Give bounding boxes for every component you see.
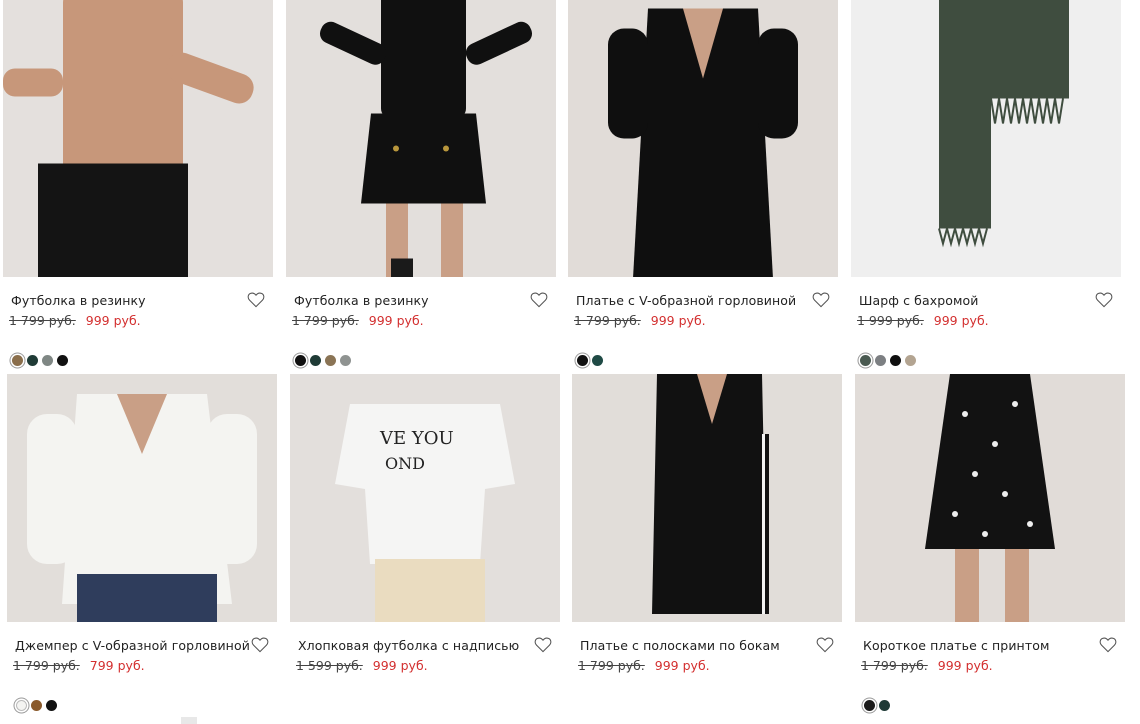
sale-price: 999 руб. xyxy=(654,658,710,673)
product-card[interactable]: Джемпер с V-образной горловиной 1 799 руб… xyxy=(7,0,277,724)
scrollbar-thumb[interactable] xyxy=(181,717,197,724)
product-card[interactable]: Короткое платье с принтом 1 799 руб. 999 р… xyxy=(855,0,1125,724)
color-swatch[interactable] xyxy=(879,700,890,711)
old-price: 1 799 руб. xyxy=(13,658,80,673)
svg-text:VE YOU: VE YOU xyxy=(379,428,454,449)
product-title[interactable]: Платье с полосками по бокам xyxy=(580,638,780,653)
heart-outline-icon[interactable] xyxy=(534,636,552,653)
color-swatch[interactable] xyxy=(31,700,42,711)
color-swatch[interactable] xyxy=(16,700,27,711)
product-photo-art xyxy=(7,374,277,622)
sale-price: 999 руб. xyxy=(372,658,428,673)
product-title[interactable]: Хлопковая футболка с надписью xyxy=(298,638,519,653)
product-image[interactable] xyxy=(855,374,1125,622)
product-title[interactable]: Джемпер с V-образной горловиной xyxy=(15,638,250,653)
color-swatches xyxy=(16,700,57,711)
price-block: 1 799 руб. 999 руб. xyxy=(578,658,710,673)
product-card[interactable]: Платье с полосками по бокам 1 799 руб. 999… xyxy=(572,0,842,724)
product-photo-art xyxy=(572,374,842,622)
color-swatches xyxy=(864,700,890,711)
sale-price: 799 руб. xyxy=(89,658,145,673)
sale-price: 999 руб. xyxy=(937,658,993,673)
heart-outline-icon[interactable] xyxy=(1099,636,1117,653)
product-image[interactable] xyxy=(572,374,842,622)
heart-outline-icon[interactable] xyxy=(251,636,269,653)
product-photo-art: VE YOU OND xyxy=(290,374,560,622)
heart-outline-icon[interactable] xyxy=(816,636,834,653)
old-price: 1 799 руб. xyxy=(578,658,645,673)
color-swatch[interactable] xyxy=(46,700,57,711)
product-title[interactable]: Короткое платье с принтом xyxy=(863,638,1050,653)
product-image[interactable]: VE YOU OND xyxy=(290,374,560,622)
product-photo-art xyxy=(855,374,1125,622)
price-block: 1 599 руб. 999 руб. xyxy=(296,658,428,673)
price-block: 1 799 руб. 799 руб. xyxy=(13,658,145,673)
price-block: 1 799 руб. 999 руб. xyxy=(861,658,993,673)
svg-text:OND: OND xyxy=(385,454,425,473)
old-price: 1 599 руб. xyxy=(296,658,363,673)
color-swatch[interactable] xyxy=(864,700,875,711)
product-card[interactable]: VE YOU OND Хлопковая футболка с надписью… xyxy=(290,0,560,724)
product-image[interactable] xyxy=(7,374,277,622)
old-price: 1 799 руб. xyxy=(861,658,928,673)
